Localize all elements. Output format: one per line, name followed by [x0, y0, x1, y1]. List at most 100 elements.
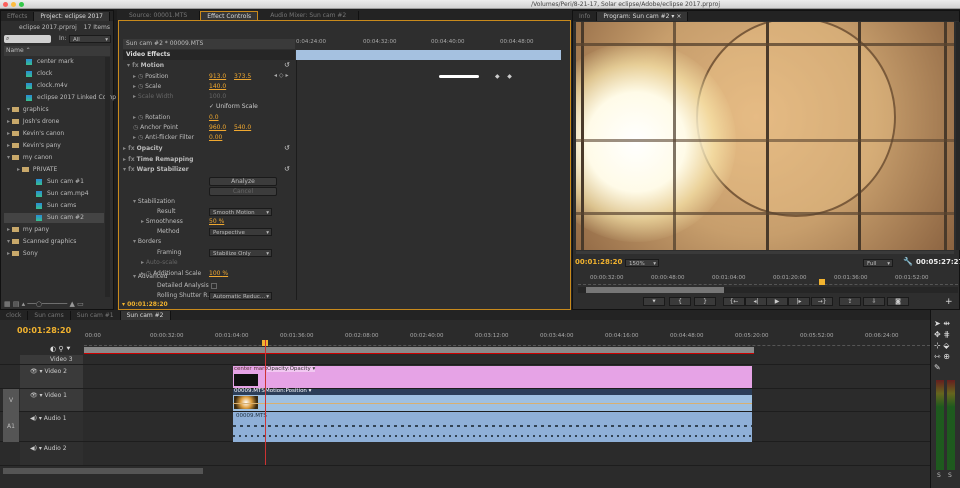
effect-property[interactable]: ▸ ◷ Anti-flicker Filter — [133, 133, 194, 143]
disclosure-triangle[interactable] — [4, 58, 26, 65]
effect-property[interactable]: Rolling Shutter R... — [157, 291, 213, 301]
project-footer-controls[interactable]: ▦ ▤ ▴ ──○────── ▲ ▭ — [4, 300, 108, 308]
disclosure-triangle[interactable]: ▸ — [4, 118, 12, 125]
effect-property[interactable]: ▸ ◷ Position — [133, 72, 168, 82]
clip-00009-audio[interactable]: 00009.MTS — [233, 412, 752, 442]
property-value[interactable]: 540.0 — [234, 124, 251, 131]
keyframe-icon[interactable]: ◆ ◆ — [495, 73, 512, 80]
clip-fx-dropdown[interactable]: Motion:Position ▾ — [265, 388, 311, 394]
reset-icon[interactable]: ↺ — [284, 165, 290, 173]
transport-button[interactable]: |▸ — [788, 297, 810, 306]
zoom-bar-thumb[interactable] — [586, 287, 724, 293]
property-toggle[interactable]: ▸ ◷ — [133, 83, 145, 90]
program-playhead[interactable] — [819, 279, 825, 285]
timeline-timecode[interactable]: 00:01:28:20 — [17, 326, 71, 335]
disclosure-triangle[interactable]: ▾ — [4, 238, 12, 245]
tab-sequence[interactable]: Sun cam #1 — [71, 311, 121, 320]
property-dropdown[interactable]: Perspective — [209, 228, 272, 237]
disclosure-triangle[interactable] — [4, 214, 36, 221]
effect-property[interactable]: Result — [157, 207, 176, 217]
disclosure-triangle[interactable]: ▾ — [4, 154, 12, 161]
property-toggle[interactable]: ▾ fx — [127, 62, 141, 69]
cancel-button[interactable]: Cancel — [209, 187, 277, 196]
property-toggle[interactable]: ▸ ◷ — [133, 114, 145, 121]
project-item[interactable]: ▾ my canon — [4, 153, 104, 163]
program-zoom-bar[interactable] — [578, 287, 958, 293]
transport-button[interactable]: ◙ — [887, 297, 909, 306]
project-item[interactable]: center mark — [4, 57, 104, 67]
transport-button[interactable]: } — [694, 297, 716, 306]
tool-icons[interactable]: ➤ ⇹ ✥ ⋕ ⊹ ⬙ ⇿ ⊕ ✎ — [934, 318, 960, 373]
in-dropdown[interactable]: All — [69, 35, 111, 44]
project-item[interactable]: Sun cam.mp4 — [4, 189, 104, 199]
project-item[interactable]: ▾ Scanned graphics — [4, 237, 104, 247]
disclosure-triangle[interactable] — [4, 202, 36, 209]
disclosure-triangle[interactable]: ▸ — [4, 142, 12, 149]
uniform-scale-checkbox[interactable]: ✓ Uniform Scale — [209, 103, 258, 110]
property-dropdown[interactable]: Stabilize Only — [209, 249, 272, 258]
keyframe-range[interactable] — [439, 75, 479, 78]
transport-button[interactable]: {← — [723, 297, 745, 306]
property-toggle[interactable]: ▸ fx — [123, 145, 137, 152]
disclosure-triangle[interactable] — [4, 190, 36, 197]
project-scrollbar[interactable] — [105, 57, 110, 297]
program-ruler[interactable]: 00:00:32:00 00:00:48:00 00:01:04:00 00:01:2… — [578, 275, 958, 285]
property-value[interactable]: 960.0 — [209, 124, 226, 131]
work-area-bar[interactable] — [84, 347, 754, 354]
disclosure-triangle[interactable]: ▸ — [4, 226, 12, 233]
property-value[interactable]: 0.0 — [209, 114, 219, 121]
effect-property[interactable]: ▸ fx Opacity — [123, 144, 163, 154]
project-item[interactable]: ▸ Josh's drone — [4, 117, 104, 127]
property-value[interactable]: 140.0 — [209, 83, 226, 90]
zoom-dropdown[interactable]: 150% — [625, 259, 659, 268]
v-target[interactable]: V — [3, 389, 19, 412]
project-item[interactable]: ▸ PRIVATE — [4, 165, 104, 175]
project-item[interactable]: Sun cam #1 — [4, 177, 104, 187]
property-toggle[interactable]: ▸ ◷ — [133, 73, 145, 80]
playhead-line[interactable] — [265, 340, 266, 465]
a1-target[interactable]: A1 — [3, 412, 19, 442]
property-value[interactable]: 0.00 — [209, 134, 222, 141]
effect-property[interactable]: Framing — [157, 248, 181, 258]
solo-left-button[interactable]: S — [937, 472, 941, 479]
project-item[interactable]: ▾ graphics — [4, 105, 104, 115]
effect-property[interactable]: ▸ Scale Width — [133, 92, 173, 102]
analyze-button[interactable]: Analyze — [209, 177, 277, 186]
effect-property[interactable]: ▾ Stabilization — [133, 197, 175, 207]
tab-sequence[interactable]: clock — [0, 311, 29, 320]
disclosure-triangle[interactable] — [4, 94, 26, 101]
project-item[interactable]: ▸ Kevin's canon — [4, 129, 104, 139]
tab-project[interactable]: Project: eclipse 2017 — [34, 12, 110, 21]
search-input[interactable]: ⌕ — [4, 35, 51, 43]
tab-audio-mixer[interactable]: Audio Mixer: Sun cam #2 — [258, 11, 360, 20]
disclosure-triangle[interactable] — [4, 178, 36, 185]
disclosure-triangle[interactable]: ▸ — [4, 250, 12, 257]
transport-button[interactable]: ⇩ — [863, 297, 885, 306]
project-item[interactable]: clock — [4, 69, 104, 79]
tab-effects[interactable]: Effects — [1, 12, 35, 21]
tab-sequence[interactable]: Sun cam #2 — [120, 311, 171, 320]
minimize-window-button[interactable] — [11, 2, 16, 7]
disclosure-triangle[interactable] — [4, 70, 26, 77]
reset-icon[interactable]: ↺ — [284, 144, 290, 152]
detailed-analysis-checkbox[interactable] — [211, 283, 217, 289]
project-item[interactable]: eclipse 2017 Linked Comp 02 — [4, 93, 126, 103]
property-value[interactable]: 100 % — [209, 270, 228, 277]
program-scrollbar[interactable] — [956, 22, 960, 250]
property-toggle[interactable]: ▾ fx — [123, 166, 137, 173]
project-item[interactable]: ▸ Sony — [4, 249, 104, 259]
disclosure-triangle[interactable]: ▾ — [4, 106, 12, 113]
timeline-h-scrollbar[interactable] — [3, 468, 203, 474]
effect-property[interactable]: ▸ ◷ Rotation — [133, 113, 170, 123]
disclosure-triangle[interactable]: ▸ — [4, 130, 12, 137]
project-item[interactable]: Sun cam #2 — [4, 213, 104, 223]
property-value[interactable]: 913.0 — [209, 73, 226, 80]
tab-source[interactable]: Source: 00001.MTS — [117, 11, 201, 20]
wrench-icon[interactable]: 🔧 — [903, 257, 913, 266]
transport-button[interactable]: ⇪ — [839, 297, 861, 306]
effect-property[interactable]: ▸ fx Time Remapping — [123, 155, 193, 165]
project-item[interactable]: Sun cams — [4, 201, 104, 211]
add-button-icon[interactable]: + — [945, 297, 953, 307]
close-window-button[interactable] — [3, 2, 8, 7]
keyframe-nav-icon[interactable]: ◂ ◇ ▸ — [274, 72, 288, 79]
